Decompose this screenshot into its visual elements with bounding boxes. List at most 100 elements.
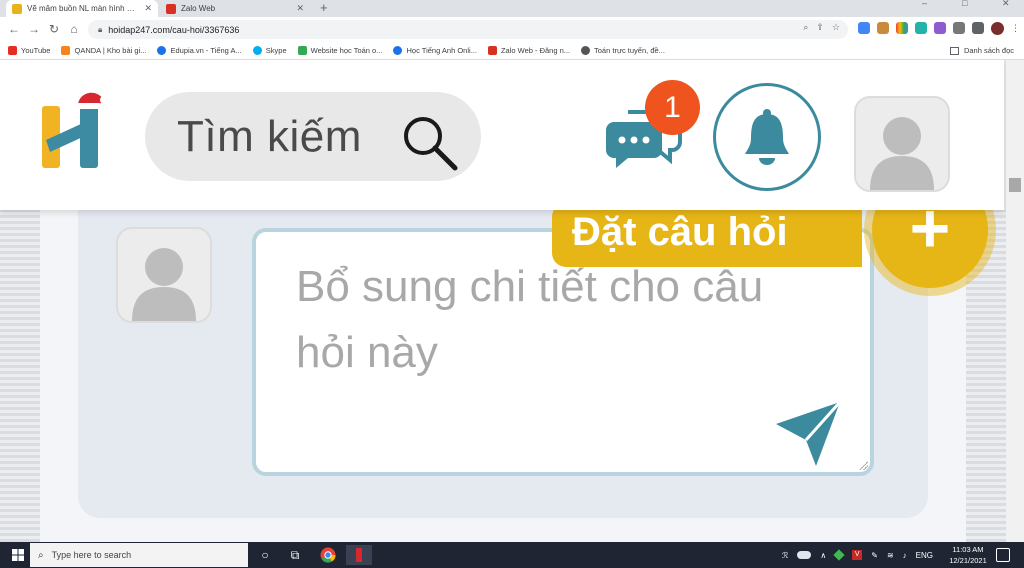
extensions-area: ⋮ <box>858 22 1020 35</box>
onedrive-cloud-icon[interactable] <box>797 551 812 559</box>
bookmark-label: Website học Toán o... <box>310 46 383 55</box>
tray-app-icon[interactable] <box>833 549 845 561</box>
send-paper-plane-icon[interactable] <box>774 400 846 470</box>
bookmark-toan[interactable]: Website học Toán o... <box>297 46 383 55</box>
bookmark-label: Toán trực tuyến, đề... <box>594 46 665 55</box>
resize-grip-icon[interactable] <box>858 460 868 470</box>
browser-tab-zalo[interactable]: Zalo Web ✕ <box>160 0 310 17</box>
decorative-stripes <box>0 210 40 542</box>
bookmark-toan-truc-tuyen[interactable]: Toán trực tuyến, đề... <box>581 46 665 55</box>
profile-avatar-icon[interactable] <box>991 22 1004 35</box>
menu-kebab-icon[interactable]: ⋮ <box>1011 22 1020 35</box>
chevron-up-icon[interactable]: ∧ <box>820 551 826 560</box>
user-silhouette-icon <box>132 248 196 321</box>
puzzle-extensions-icon[interactable] <box>972 22 984 34</box>
globe-icon <box>393 46 403 55</box>
cortana-icon[interactable]: ○ <box>255 545 275 565</box>
globe-icon <box>157 46 167 55</box>
page-scrollbar[interactable] <box>1006 60 1024 542</box>
search-icon[interactable] <box>401 114 459 172</box>
page-viewport: Bổ sung chi tiết cho câu hỏi này Đặt câu… <box>0 60 1024 542</box>
reading-list-label: Danh sách đọc <box>963 46 1014 55</box>
new-tab-button[interactable]: + <box>320 0 328 17</box>
windows-logo-icon <box>12 549 24 561</box>
pen-icon[interactable]: ✎ <box>871 551 878 560</box>
message-count-badge: 1 <box>645 80 700 135</box>
close-window-button[interactable]: ✕ <box>1002 0 1010 10</box>
clock-time: 11:03 AM <box>952 545 984 554</box>
skype-icon <box>252 46 262 55</box>
comment-placeholder: Bổ sung chi tiết cho câu hỏi này <box>296 262 764 377</box>
bookmark-star-icon[interactable]: ☆ <box>832 22 840 33</box>
bookmark-zalo[interactable]: Zalo Web - Đăng n... <box>487 46 571 55</box>
language-indicator[interactable]: ENG <box>916 551 933 560</box>
ask-question-label: Đặt câu hỏi <box>572 210 788 254</box>
chrome-icon <box>320 547 336 563</box>
taskbar-search-placeholder: Type here to search <box>51 550 132 560</box>
browser-toolbar: ← → ↻ ⌂ 🔒︎ hoidap247.com/cau-hoi/3367636… <box>0 17 1024 42</box>
youtube-icon <box>8 46 17 55</box>
clock-icon <box>581 46 591 55</box>
bookmark-label: Zalo Web - Đăng n... <box>500 46 571 55</box>
extension-icon[interactable] <box>915 22 927 34</box>
bookmark-label: Học Tiếng Anh Onli... <box>406 46 477 55</box>
extension-icon[interactable] <box>953 22 965 34</box>
wifi-icon[interactable]: ≋ <box>887 551 894 560</box>
app-taskbar-icon[interactable] <box>346 545 372 565</box>
bookmark-label: Skype <box>265 46 287 55</box>
reading-list-icon <box>949 46 959 55</box>
search-icon: ⌕ <box>38 549 44 561</box>
qanda-icon <box>61 46 71 55</box>
search-box[interactable]: Tìm kiếm <box>145 92 481 181</box>
site-header: Tìm kiếm 1 <box>0 60 1004 210</box>
bookmark-tieng-anh[interactable]: Học Tiếng Anh Onli... <box>393 46 477 55</box>
bookmark-qanda[interactable]: QANDA | Kho bài gi... <box>61 46 146 55</box>
taskbar-search-box[interactable]: ⌕ Type here to search <box>30 543 248 567</box>
notifications-button[interactable] <box>713 83 821 191</box>
ask-question-button[interactable]: Đặt câu hỏi <box>552 203 862 267</box>
task-view-icon[interactable]: ⧉ <box>285 545 305 565</box>
close-tab-icon[interactable]: ✕ <box>144 3 152 14</box>
browser-tab-strip: Vẽ mâm buồn NL màn hình máy ✕ Zalo Web ✕… <box>0 0 1024 17</box>
account-avatar-button[interactable] <box>854 96 950 192</box>
minimize-window-button[interactable]: – <box>922 0 927 10</box>
search-placeholder: Tìm kiếm <box>177 111 362 161</box>
action-center-icon[interactable] <box>996 548 1010 562</box>
tab-title: Vẽ mâm buồn NL màn hình máy <box>27 4 141 13</box>
color-extension-icon[interactable] <box>896 22 908 34</box>
share-icon[interactable]: ⇪ <box>816 22 824 33</box>
close-tab-icon[interactable]: ✕ <box>296 3 304 14</box>
tab-title: Zalo Web <box>181 4 216 13</box>
translate-extension-icon[interactable] <box>858 22 870 34</box>
bookmark-edupia[interactable]: Edupia.vn - Tiếng A... <box>157 46 242 55</box>
bookmark-label: QANDA | Kho bài gi... <box>74 46 147 55</box>
leaf-icon <box>297 46 307 55</box>
antivirus-v-icon[interactable]: V <box>852 550 863 560</box>
reading-list[interactable]: Danh sách đọc <box>949 46 1014 55</box>
user-silhouette-icon <box>870 117 934 190</box>
address-bar[interactable]: 🔒︎ hoidap247.com/cau-hoi/3367636 ⌕ ⇪ ☆ <box>88 20 848 39</box>
extension-icon[interactable] <box>877 22 889 34</box>
hoidap-favicon-icon <box>12 3 22 14</box>
maximize-window-button[interactable]: □ <box>962 0 967 10</box>
pen-extension-icon[interactable] <box>934 22 946 34</box>
home-icon[interactable]: ⌂ <box>64 22 84 36</box>
bell-icon <box>745 109 789 165</box>
app-icon <box>356 548 362 562</box>
bookmark-label: Edupia.vn - Tiếng A... <box>170 46 242 55</box>
taskbar-clock[interactable]: 11:03 AM 12/21/2021 <box>944 544 992 566</box>
system-tray: ℛ ∧ V ✎ ≋ ♪ ENG <box>782 542 933 568</box>
browser-tab-hoidap[interactable]: Vẽ mâm buồn NL màn hình máy ✕ <box>6 0 158 17</box>
bookmark-skype[interactable]: Skype <box>252 46 287 55</box>
reload-icon[interactable]: ↻ <box>44 22 64 36</box>
bookmark-youtube[interactable]: YouTube <box>8 46 50 55</box>
hoidap247-logo[interactable] <box>40 90 108 170</box>
people-icon[interactable]: ℛ <box>782 551 788 560</box>
forward-arrow-icon[interactable]: → <box>24 22 44 36</box>
back-arrow-icon[interactable]: ← <box>4 22 24 36</box>
volume-icon[interactable]: ♪ <box>903 551 907 560</box>
chrome-taskbar-icon[interactable] <box>318 545 338 565</box>
zoom-icon[interactable]: ⌕ <box>803 22 808 33</box>
scrollbar-thumb[interactable] <box>1009 178 1021 192</box>
lock-icon: 🔒︎ <box>98 24 103 34</box>
